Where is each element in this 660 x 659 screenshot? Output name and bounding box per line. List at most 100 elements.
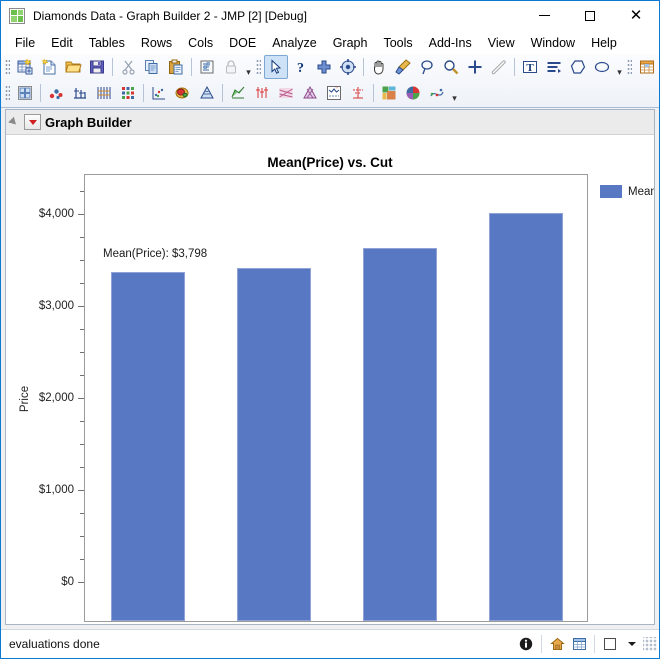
open-folder-icon — [64, 61, 82, 73]
menu-file[interactable]: File — [7, 33, 43, 53]
text-annotate-tool-button[interactable]: T — [518, 55, 542, 79]
bivariate-fit-button[interactable] — [44, 81, 68, 105]
title-bar: Diamonds Data - Graph Builder 2 - JMP [2… — [1, 1, 659, 31]
target-scroller-tool-button[interactable] — [336, 55, 360, 79]
copy-icon — [145, 60, 158, 74]
magnifier-tool-button[interactable] — [439, 55, 463, 79]
info-button[interactable] — [515, 633, 537, 655]
menu-doe[interactable]: DOE — [221, 33, 264, 53]
pie-chart-button[interactable] — [401, 81, 425, 105]
menu-view[interactable]: View — [480, 33, 523, 53]
new-data-table-button[interactable] — [13, 55, 37, 79]
oneway-analysis-icon — [74, 88, 86, 99]
toolbar-grip[interactable] — [256, 58, 261, 76]
menu-tables[interactable]: Tables — [81, 33, 133, 53]
menu-rows[interactable]: Rows — [133, 33, 180, 53]
ternary-plot-button[interactable] — [298, 81, 322, 105]
line-tool-button[interactable] — [487, 55, 511, 79]
graph-builder-button[interactable] — [13, 81, 37, 105]
open-button[interactable] — [61, 55, 85, 79]
toolbar-grip[interactable] — [5, 84, 10, 102]
profiler-icon — [231, 86, 245, 99]
contingency-button[interactable] — [92, 81, 116, 105]
bar-ideal[interactable] — [489, 213, 563, 621]
toolbar-separator — [222, 84, 223, 102]
chevron-down-icon — [628, 642, 636, 646]
status-bar: evaluations done — [1, 629, 659, 658]
save-button[interactable] — [85, 55, 109, 79]
data-table-button[interactable] — [568, 633, 590, 655]
new-script-button[interactable] — [37, 55, 61, 79]
minimize-button[interactable] — [521, 1, 567, 30]
crosshairs-tool-button[interactable] — [463, 55, 487, 79]
menu-edit[interactable]: Edit — [43, 33, 81, 53]
target-scroller-tool-icon — [340, 59, 356, 75]
menu-help[interactable]: Help — [583, 33, 625, 53]
scatterplot-matrix-button[interactable] — [147, 81, 171, 105]
toolbar-overflow-chevron[interactable]: ▾ — [449, 82, 460, 105]
arrow-select-tool-button[interactable] — [264, 55, 288, 79]
variability-chart-button[interactable] — [250, 81, 274, 105]
legend-swatch-mean[interactable] — [600, 185, 622, 198]
status-dropdown-button[interactable] — [621, 633, 643, 655]
oneway-analysis-button[interactable] — [68, 81, 92, 105]
toolbar-grip[interactable] — [5, 58, 10, 76]
ellipse-tool-button[interactable] — [590, 55, 614, 79]
help-tool-button[interactable]: ? — [288, 55, 312, 79]
menu-tools[interactable]: Tools — [375, 33, 420, 53]
toolbar-row-2: ▾ — [1, 80, 659, 106]
toolbar-container: ▾ ? T ▾ ▾ — [1, 54, 659, 108]
treemap-icon — [382, 86, 396, 100]
lock-button[interactable] — [219, 55, 243, 79]
toolbar-separator — [363, 58, 364, 76]
disclosure-triangle-icon[interactable] — [8, 116, 20, 128]
multivariate-button[interactable] — [116, 81, 140, 105]
menu-add-ins[interactable]: Add-Ins — [421, 33, 480, 53]
bar-good[interactable] — [111, 272, 185, 621]
parallel-plot-button[interactable] — [274, 81, 298, 105]
simple-shape-tool-button[interactable] — [542, 55, 566, 79]
contour-profiler-button[interactable] — [346, 81, 370, 105]
toolbar-separator — [373, 84, 374, 102]
crosshair-tool-button[interactable] — [312, 55, 336, 79]
toolbar-grip[interactable] — [627, 58, 632, 76]
lasso-tool-button[interactable] — [415, 55, 439, 79]
treemap-button[interactable] — [377, 81, 401, 105]
close-button[interactable]: ✕ — [613, 1, 659, 30]
bar-excellent[interactable] — [363, 248, 437, 621]
y-tick-label: $1,000 — [38, 484, 74, 496]
scatterplot-3d-button[interactable] — [425, 81, 449, 105]
menu-graph[interactable]: Graph — [325, 33, 376, 53]
menu-window[interactable]: Window — [523, 33, 583, 53]
app-icon — [9, 7, 25, 24]
data-filter-button[interactable] — [195, 55, 219, 79]
polygon-tool-button[interactable] — [566, 55, 590, 79]
brush-tool-button[interactable] — [391, 55, 415, 79]
resize-grip-icon[interactable] — [643, 637, 657, 651]
chart-title: Mean(Price) vs. Cut — [267, 155, 393, 170]
cut-button[interactable] — [116, 55, 140, 79]
window-controls: ✕ — [521, 1, 659, 30]
menu-analyze[interactable]: Analyze — [264, 33, 324, 53]
profiler-button[interactable] — [226, 81, 250, 105]
control-chart-icon — [327, 86, 341, 100]
paste-button[interactable] — [164, 55, 188, 79]
copy-button[interactable] — [140, 55, 164, 79]
home-window-button[interactable] — [546, 633, 568, 655]
data-table-window-button[interactable] — [635, 55, 659, 79]
grabber-hand-tool-button[interactable] — [367, 55, 391, 79]
toolbar-overflow-chevron[interactable]: ▾ — [243, 56, 254, 79]
surface-plot-icon — [200, 85, 214, 99]
cluster-button[interactable] — [171, 81, 195, 105]
toolbar-overflow-chevron[interactable]: ▾ — [614, 56, 625, 79]
x-axis: Good Very Good Excellent Ideal Cut — [84, 623, 588, 624]
red-triangle-menu-icon[interactable] — [24, 114, 41, 130]
blank-square-button[interactable] — [599, 633, 621, 655]
menu-cols[interactable]: Cols — [180, 33, 221, 53]
pie-chart-icon — [406, 86, 420, 100]
bar-very-good[interactable] — [237, 268, 311, 621]
graph-builder-icon — [18, 86, 32, 100]
surface-plot-button[interactable] — [195, 81, 219, 105]
control-chart-button[interactable] — [322, 81, 346, 105]
maximize-button[interactable] — [567, 1, 613, 30]
